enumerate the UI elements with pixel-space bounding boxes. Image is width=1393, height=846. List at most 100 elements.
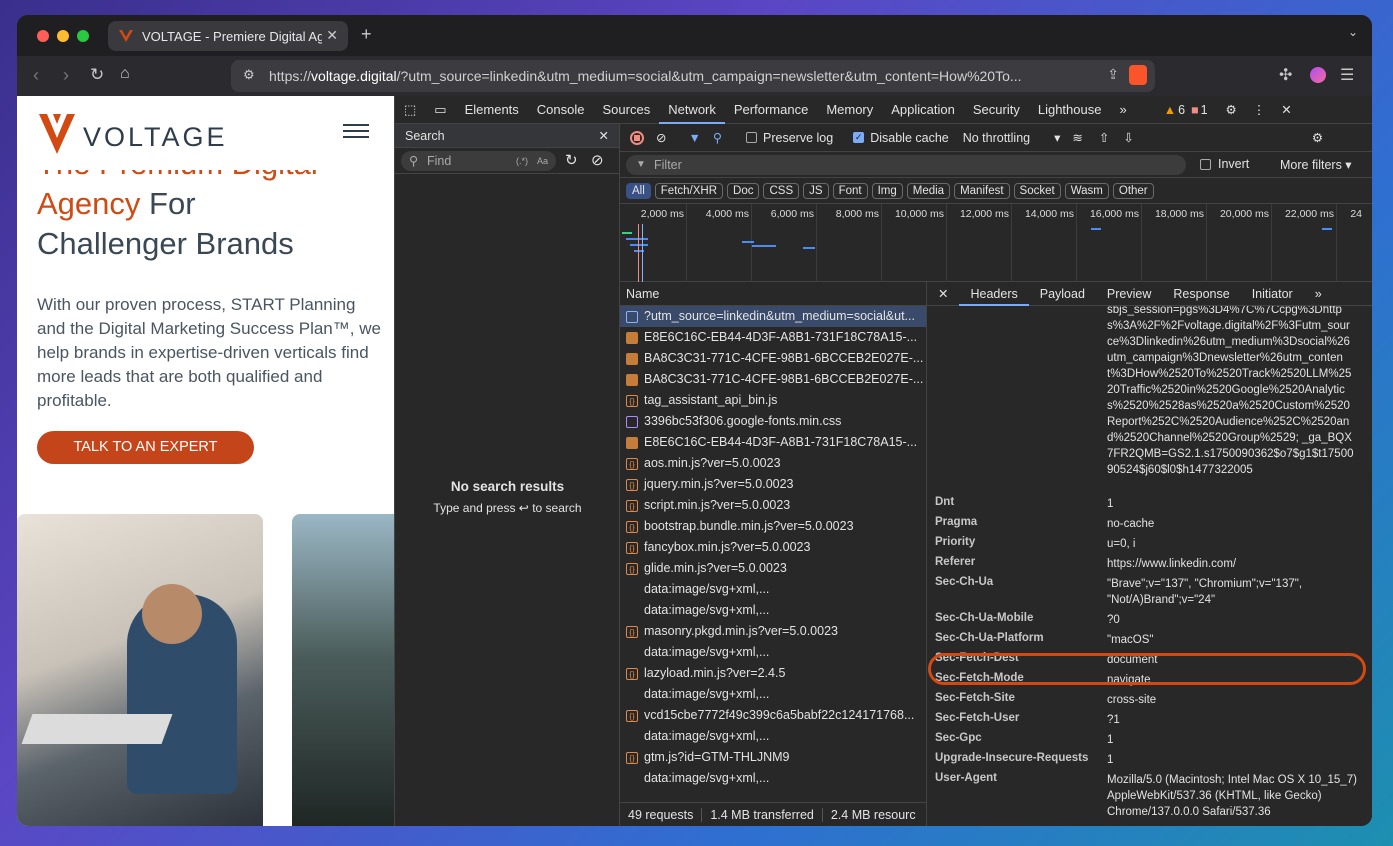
record-stop-icon[interactable] <box>630 130 644 145</box>
request-row[interactable]: ?utm_source=linkedin&utm_medium=social&u… <box>620 306 926 327</box>
tab-application[interactable]: Application <box>882 96 964 124</box>
type-filter-socket[interactable]: Socket <box>1013 182 1061 199</box>
throttling-select[interactable]: No throttling <box>963 131 1030 145</box>
talk-to-expert-button[interactable]: TALK TO AN EXPERT <box>37 431 254 464</box>
menu-icon[interactable]: ☰ <box>1340 65 1354 85</box>
tab-security[interactable]: Security <box>964 96 1029 124</box>
request-row[interactable]: {} glide.min.js?ver=5.0.0023 <box>620 558 926 579</box>
request-row[interactable]: {} fancybox.min.js?ver=5.0.0023 <box>620 537 926 558</box>
device-toolbar-icon[interactable]: ▭ <box>425 96 455 124</box>
request-row[interactable]: BA8C3C31-771C-4CFE-98B1-6BCCEB2E027E-... <box>620 348 926 369</box>
tab-response[interactable]: Response <box>1162 282 1240 306</box>
hamburger-menu-icon[interactable] <box>343 124 369 138</box>
forward-button[interactable]: › <box>63 65 69 86</box>
tab-network[interactable]: Network <box>659 96 725 124</box>
filter-input[interactable]: ▼ Filter <box>626 155 1186 175</box>
filter-funnel-icon[interactable]: ▼ <box>688 131 700 145</box>
request-row[interactable]: E8E6C16C-EB44-4D3F-A8B1-731F18C78A15-... <box>620 432 926 453</box>
inspect-element-icon[interactable]: ⬚ <box>395 96 425 124</box>
type-filter-doc[interactable]: Doc <box>727 182 760 199</box>
request-row[interactable]: {} lazyload.min.js?ver=2.4.5 <box>620 663 926 684</box>
home-button[interactable]: ⌂ <box>120 65 130 83</box>
type-filter-other[interactable]: Other <box>1112 182 1154 199</box>
more-detail-tabs-icon[interactable]: » <box>1304 282 1333 306</box>
request-row[interactable]: {} jquery.min.js?ver=5.0.0023 <box>620 474 926 495</box>
tab-initiator[interactable]: Initiator <box>1241 282 1304 306</box>
tab-sources[interactable]: Sources <box>594 96 660 124</box>
network-conditions-icon[interactable]: ≋ <box>1072 130 1082 145</box>
request-row[interactable]: {} script.min.js?ver=5.0.0023 <box>620 495 926 516</box>
invert-checkbox[interactable] <box>1200 159 1211 170</box>
close-window-button[interactable] <box>37 30 49 42</box>
type-filter-fetch-xhr[interactable]: Fetch/XHR <box>654 182 724 199</box>
case-toggle[interactable]: Aa <box>537 151 548 171</box>
brave-shields-icon[interactable] <box>1129 65 1147 85</box>
request-row[interactable]: {} aos.min.js?ver=5.0.0023 <box>620 453 926 474</box>
request-row[interactable]: data:image/svg+xml,... <box>620 642 926 663</box>
tab-menu-chevron-icon[interactable]: ⌄ <box>1348 25 1358 39</box>
maximize-window-button[interactable] <box>77 30 89 42</box>
tab-headers[interactable]: Headers <box>959 282 1029 306</box>
share-icon[interactable]: ⇪ <box>1107 66 1119 83</box>
tab-preview[interactable]: Preview <box>1096 282 1162 306</box>
browser-tab[interactable]: VOLTAGE - Premiere Digital Ag ✕ <box>108 21 348 51</box>
close-tab-icon[interactable]: ✕ <box>326 27 338 44</box>
tab-elements[interactable]: Elements <box>456 96 528 124</box>
network-timeline-overview[interactable]: 2,000 ms 4,000 ms 6,000 ms 8,000 ms 10,0… <box>620 204 1372 282</box>
export-har-icon[interactable]: ⇩ <box>1123 130 1133 145</box>
disable-cache-checkbox[interactable]: ✓ <box>853 132 865 143</box>
error-icon[interactable]: ■ <box>1191 103 1199 117</box>
tab-performance[interactable]: Performance <box>725 96 817 124</box>
back-button[interactable]: ‹ <box>33 65 39 86</box>
request-row[interactable]: {} vcd15cbe7772f49c399c6a5babf22c12417176… <box>620 705 926 726</box>
more-filters-dropdown[interactable]: More filters ▾ <box>1280 157 1352 172</box>
tab-lighthouse[interactable]: Lighthouse <box>1029 96 1111 124</box>
search-network-icon[interactable]: ⚲ <box>713 130 722 145</box>
regex-toggle[interactable]: (.*) <box>516 151 528 171</box>
clear-search-icon[interactable]: ⊘ <box>591 151 604 169</box>
request-row[interactable]: data:image/svg+xml,... <box>620 684 926 705</box>
new-tab-button[interactable]: + <box>361 24 372 45</box>
request-row[interactable]: BA8C3C31-771C-4CFE-98B1-6BCCEB2E027E-... <box>620 369 926 390</box>
profile-avatar[interactable] <box>1310 67 1326 83</box>
request-row[interactable]: {} bootstrap.bundle.min.js?ver=5.0.0023 <box>620 516 926 537</box>
refresh-search-icon[interactable]: ↻ <box>565 151 578 169</box>
throttling-dropdown-icon[interactable]: ▾ <box>1054 130 1060 145</box>
headers-scroll[interactable]: sbjs_session=pgs%3D4%7C%7Ccpg%3Dhttps%3A… <box>927 306 1372 826</box>
tab-console[interactable]: Console <box>528 96 594 124</box>
close-search-icon[interactable]: ✕ <box>599 124 609 148</box>
warning-icon[interactable]: ▲ <box>1164 103 1176 117</box>
type-filter-wasm[interactable]: Wasm <box>1064 182 1109 199</box>
request-row[interactable]: {} gtm.js?id=GTM-THLJNM9 <box>620 747 926 768</box>
import-har-icon[interactable]: ⇧ <box>1099 130 1109 145</box>
request-row[interactable]: {} tag_assistant_api_bin.js <box>620 390 926 411</box>
site-settings-icon[interactable]: ⚙ <box>243 67 255 83</box>
type-filter-css[interactable]: CSS <box>763 182 800 199</box>
type-filter-all[interactable]: All <box>626 182 651 199</box>
tab-memory[interactable]: Memory <box>817 96 882 124</box>
reload-button[interactable]: ↻ <box>90 65 104 85</box>
type-filter-media[interactable]: Media <box>906 182 951 199</box>
type-filter-img[interactable]: Img <box>871 182 903 199</box>
find-input[interactable]: ⚲ Find (.*) Aa <box>401 151 556 171</box>
request-row[interactable]: {} masonry.pkgd.min.js?ver=5.0.0023 <box>620 621 926 642</box>
kebab-menu-icon[interactable]: ⋮ <box>1253 102 1266 117</box>
settings-gear-icon[interactable]: ⚙ <box>1226 102 1237 117</box>
close-devtools-icon[interactable]: ✕ <box>1281 102 1291 117</box>
request-row[interactable]: data:image/svg+xml,... <box>620 726 926 747</box>
request-row[interactable]: E8E6C16C-EB44-4D3F-A8B1-731F18C78A15-... <box>620 327 926 348</box>
preserve-log-checkbox[interactable] <box>746 132 758 143</box>
minimize-window-button[interactable] <box>57 30 69 42</box>
request-row[interactable]: 3396bc53f306.google-fonts.min.css <box>620 411 926 432</box>
extensions-icon[interactable]: ✣ <box>1279 65 1292 85</box>
clear-log-icon[interactable]: ⊘ <box>656 130 666 145</box>
request-row[interactable]: data:image/svg+xml,... <box>620 579 926 600</box>
network-settings-icon[interactable]: ⚙ <box>1312 130 1323 145</box>
name-column-header[interactable]: Name <box>620 282 926 306</box>
type-filter-js[interactable]: JS <box>803 182 829 199</box>
address-bar[interactable]: ⚙ https://voltage.digital/?utm_source=li… <box>231 60 1155 92</box>
close-details-icon[interactable]: ✕ <box>927 282 959 306</box>
more-tabs-icon[interactable]: » <box>1110 96 1135 124</box>
request-row[interactable]: data:image/svg+xml,... <box>620 768 926 789</box>
request-row[interactable]: data:image/svg+xml,... <box>620 600 926 621</box>
